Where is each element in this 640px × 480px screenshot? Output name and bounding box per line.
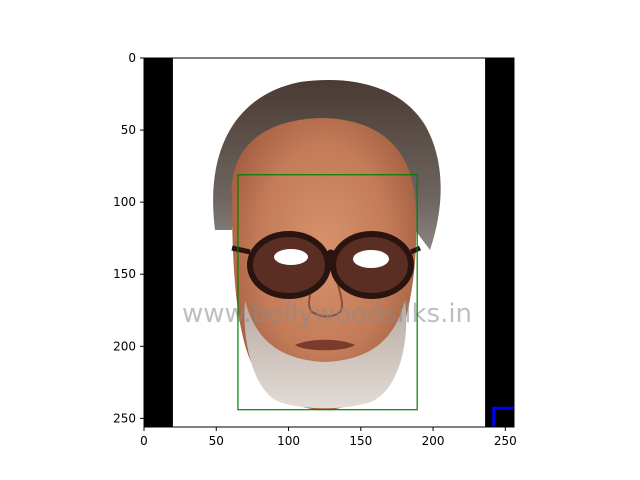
x-tick-label: 0 — [140, 434, 148, 448]
y-tick-label: 50 — [121, 123, 136, 137]
x-tick-label: 250 — [494, 434, 517, 448]
x-tick-label: 50 — [209, 434, 224, 448]
x-axis: 0 50 100 150 200 250 — [140, 427, 517, 448]
watermark-text: www.bollywoodsilks.in — [182, 299, 472, 329]
black-band-right — [485, 58, 514, 427]
image-area: www.bollywoodsilks.in — [144, 58, 514, 427]
chart: www.bollywoodsilks.in 0 50 100 150 200 250 0 5… — [113, 51, 517, 448]
x-tick-label: 100 — [277, 434, 300, 448]
glasses-bridge — [326, 249, 335, 261]
y-axis: 0 50 100 150 200 250 — [113, 51, 144, 425]
eye-cutout-right — [353, 250, 389, 268]
y-tick-label: 150 — [113, 267, 136, 281]
black-band-left — [144, 58, 173, 427]
y-tick-label: 250 — [113, 411, 136, 425]
y-tick-label: 200 — [113, 339, 136, 353]
x-tick-label: 200 — [422, 434, 445, 448]
glasses-left-lens — [247, 231, 331, 299]
eye-cutout-left — [274, 249, 308, 265]
y-tick-label: 100 — [113, 195, 136, 209]
y-tick-label: 0 — [128, 51, 136, 65]
x-tick-label: 150 — [349, 434, 372, 448]
